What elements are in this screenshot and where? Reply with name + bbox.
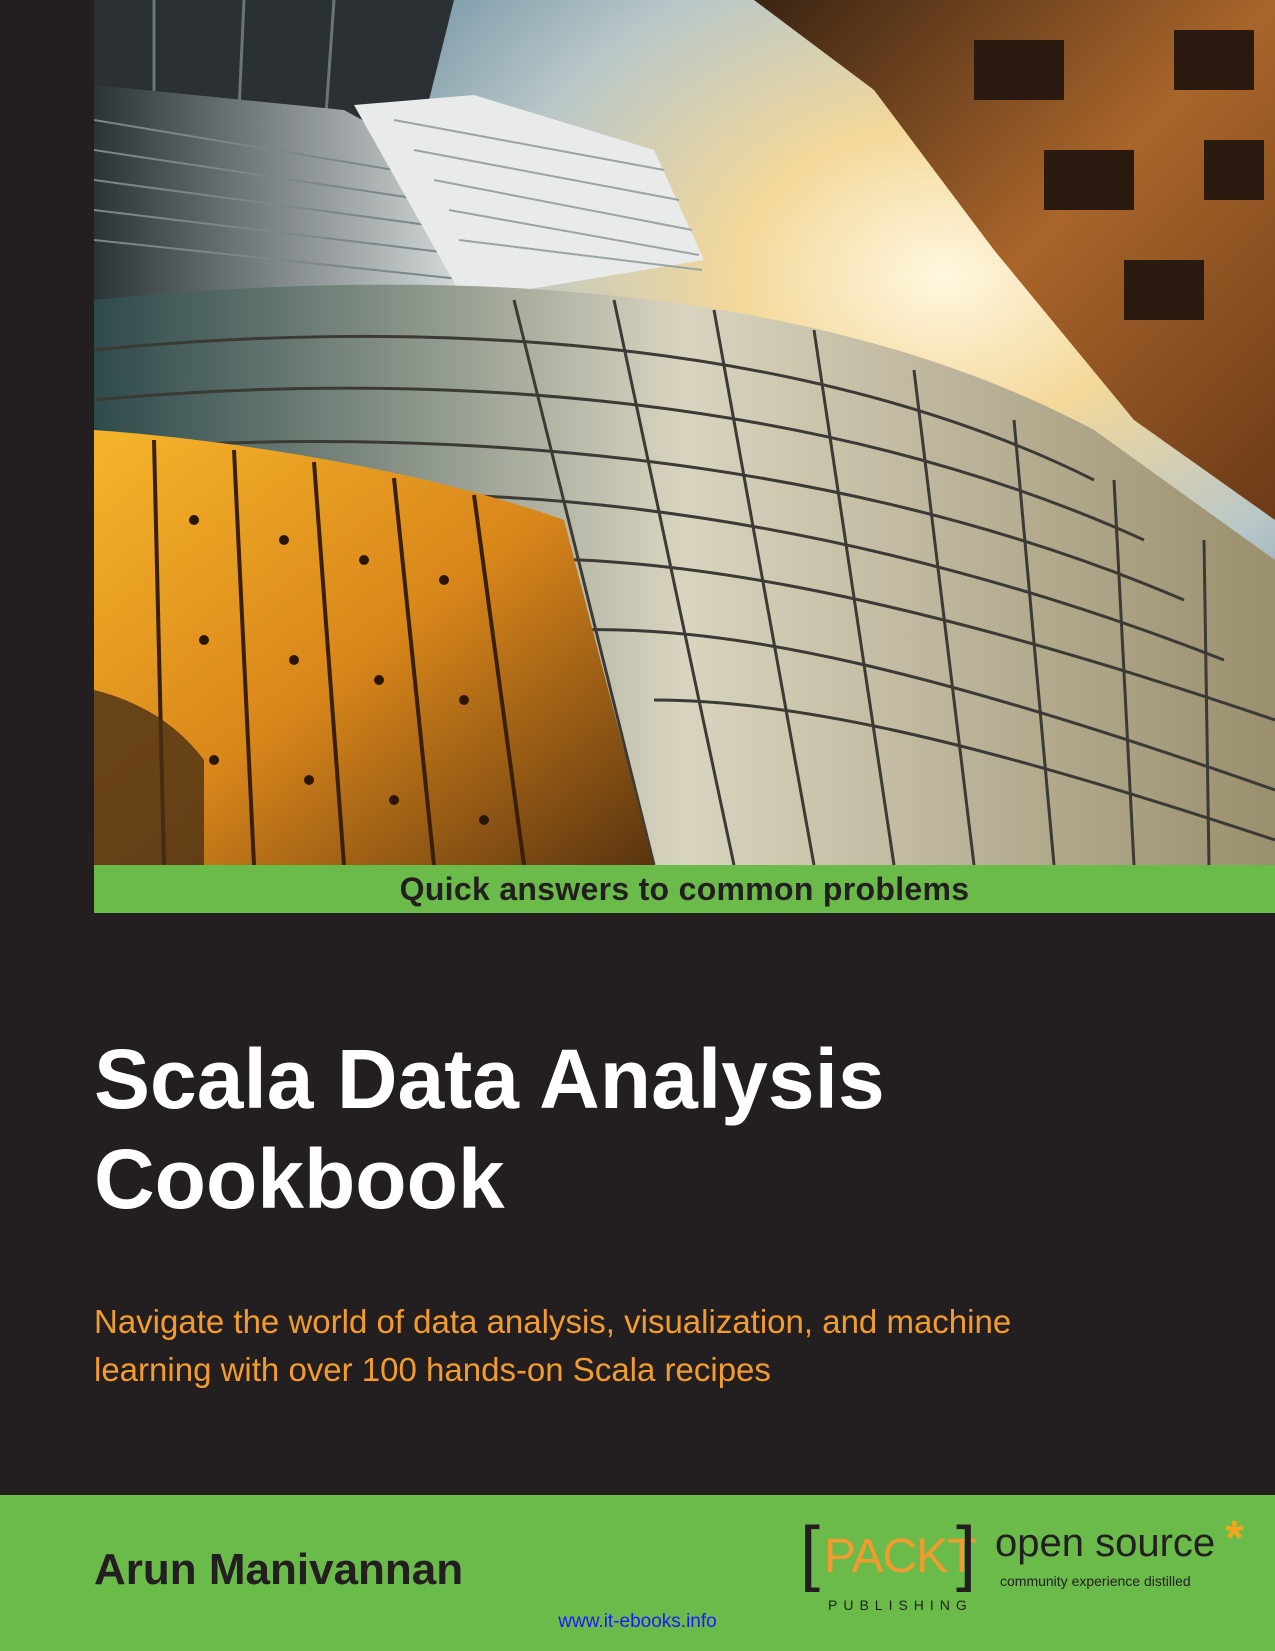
book-subtitle-line-1: Navigate the world of data analysis, vis…: [94, 1303, 1012, 1340]
book-title-line-1: Scala Data Analysis: [94, 1032, 885, 1126]
title-panel: Scala Data Analysis Cookbook Navigate th…: [94, 913, 1275, 1495]
author-name: Arun Manivannan: [94, 1545, 464, 1594]
logo-open-source: open source: [995, 1521, 1216, 1565]
series-banner: Quick answers to common problems: [94, 865, 1275, 913]
series-banner-text: Quick answers to common problems: [399, 870, 970, 907]
book-title: Scala Data Analysis Cookbook: [94, 1029, 1194, 1229]
book-title-line-2: Cookbook: [94, 1132, 505, 1226]
asterisk-icon: *: [1225, 1512, 1244, 1565]
logo-tagline: community experience distilled: [1000, 1573, 1191, 1589]
source-link[interactable]: www.it-ebooks.info: [0, 1611, 1275, 1633]
logo-bracket-right: ]: [956, 1513, 977, 1593]
logo-packt-word: PACKT: [824, 1530, 976, 1583]
cover-left-strip: [0, 0, 94, 1495]
cover-photo: [94, 0, 1275, 865]
book-subtitle-line-2: learning with over 100 hands-on Scala re…: [94, 1351, 771, 1388]
book-subtitle: Navigate the world of data analysis, vis…: [94, 1298, 1244, 1394]
logo-bracket-left: [: [800, 1513, 821, 1593]
publisher-logo: [ PACKT ] PUBLISHING open source * commu…: [800, 1512, 1270, 1613]
